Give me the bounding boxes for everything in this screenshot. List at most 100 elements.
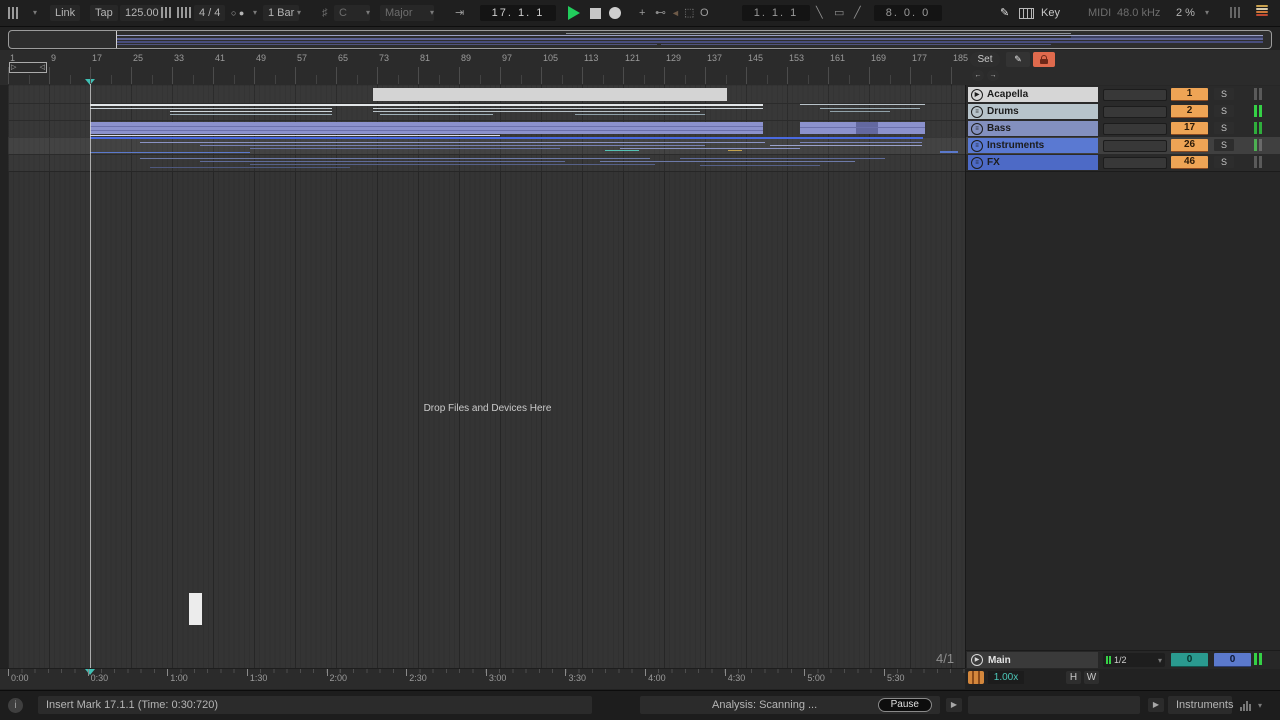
loop-length-display[interactable]: 8. 0. 0 [874,5,942,21]
tempo-field[interactable]: 125.00 [120,5,164,21]
zoom-width-button[interactable]: W [1084,671,1099,684]
track-name-cell[interactable]: ≡ FX [968,155,1098,170]
key-map-button[interactable]: Key [1041,5,1060,21]
track-fader[interactable] [1103,106,1167,118]
preview-field[interactable] [968,696,1140,714]
track-lane-instruments[interactable] [8,137,965,155]
time-signature-field[interactable]: 4 / 4 [194,5,226,21]
draw-automation-button[interactable]: ✎ [1006,52,1030,67]
track-name-cell[interactable]: ▶ Acapella [968,87,1098,102]
zoom-level-field[interactable]: 1.00x [988,671,1024,684]
time-ruler[interactable]: 0:00 0:30 1:00 1:30 2:00 2:30 3:00 3:30 4:00 4:30… [0,668,965,689]
track-unfold-icon[interactable]: ▶ [971,88,983,101]
main-unfold-icon[interactable]: ▶ [971,654,983,666]
link-button[interactable]: Link [50,5,81,21]
chevron-down-icon[interactable]: ▾ [33,5,37,21]
main-volume-field[interactable]: 0 [1214,653,1251,667]
draw-mode-pencil-icon[interactable]: ✎ [1000,5,1009,21]
loop-toggle-icon[interactable]: O [700,5,709,21]
preferences-bars-icon[interactable] [8,7,18,23]
track-name-label: Drums [987,106,1019,117]
loop-start-display[interactable]: 1. 1. 1 [742,5,810,21]
chevron-down-icon[interactable]: ▾ [1258,701,1262,710]
track-number-box[interactable]: 1 [1171,88,1208,101]
info-icon[interactable]: i [8,698,23,713]
computer-midi-keyboard-icon[interactable] [1019,8,1034,19]
groove-quantize-icon[interactable]: ○ ● [231,5,244,21]
set-locator-button[interactable]: Set [970,52,1000,67]
track-fader[interactable] [1103,157,1167,169]
chevron-down-icon[interactable]: ▾ [366,5,370,21]
main-track-row[interactable]: ▶ Main 1/2 ▾ 0 0 [966,650,1280,669]
group-fold-icon[interactable]: ≡ [971,122,983,135]
arrangement-overview[interactable] [8,30,1272,49]
nudge-down-icon[interactable] [161,7,171,23]
track-number-box[interactable]: 2 [1171,105,1208,118]
punch-out-icon[interactable]: ╱ [854,5,861,21]
scale-name-chooser[interactable]: Major [380,5,434,21]
group-fold-icon[interactable]: ≡ [971,156,983,169]
nudge-up-icon[interactable] [177,7,191,23]
main-track-header[interactable]: ▶ Main [967,652,1098,668]
group-fold-icon[interactable]: ≡ [971,139,983,152]
quantization-chooser[interactable]: 1 Bar [263,5,300,21]
solo-button[interactable]: S [1214,156,1234,168]
solo-button[interactable]: S [1214,122,1234,134]
chevron-down-icon[interactable]: ▾ [1158,656,1162,665]
track-row-acapella[interactable]: ▶ Acapella 1 S [966,86,1280,104]
arrangement-position-display[interactable]: 17. 1. 1 [480,5,556,21]
track-number-box[interactable]: 26 [1171,139,1208,152]
track-row-drums[interactable]: ≡ Drums 2 S [966,103,1280,121]
scale-root-chooser[interactable]: C [334,5,370,21]
zoom-height-button[interactable]: H [1066,671,1081,684]
automation-mode-icon[interactable]: ⊷ [655,5,666,21]
solo-button[interactable]: S [1214,105,1234,117]
track-number-box[interactable]: 46 [1171,156,1208,169]
record-button[interactable] [609,7,621,19]
track-row-fx[interactable]: ≡ FX 46 S [966,154,1280,172]
chevron-down-icon[interactable]: ▾ [1205,5,1209,21]
track-number-box[interactable]: 17 [1171,122,1208,135]
chevron-down-icon[interactable]: ▾ [297,5,301,21]
stop-button[interactable] [590,8,601,19]
next-locator-button[interactable]: → [987,70,999,81]
track-fader[interactable] [1103,140,1167,152]
monitor-play-icon[interactable]: ▶ [1148,698,1164,712]
midi-map-button[interactable]: MIDI [1088,5,1111,21]
beat-time-ruler[interactable]: ▷ ◁ Set ✎ ← → 1 9 17 25 33 41 49 57 65 73 81 89 97 10… [0,50,1280,85]
loop-switch-icon[interactable]: ▭ [834,5,844,21]
punch-in-icon[interactable]: ╲ [816,5,823,21]
solo-button[interactable]: S [1214,88,1234,100]
track-name-cell[interactable]: ≡ Instruments [968,138,1098,153]
track-name-cell[interactable]: ≡ Bass [968,121,1098,136]
track-row-instruments[interactable]: ≡ Instruments 26 S [966,137,1280,155]
loop-brace[interactable]: ▷ ◁ [9,62,47,73]
draw-region-icon[interactable]: ⬚ [684,5,694,21]
track-lane-acapella[interactable] [8,86,965,104]
track-row-bass[interactable]: ≡ Bass 17 S [966,120,1280,138]
pause-button[interactable]: Pause [877,698,932,712]
preview-play-icon[interactable]: ▶ [946,698,962,712]
track-fader[interactable] [1103,89,1167,101]
prev-locator-button[interactable]: ← [972,70,984,81]
solo-button[interactable]: S [1214,139,1234,151]
arrangement-grid[interactable] [8,85,965,668]
follow-button[interactable]: ⇥ [455,5,464,21]
audio-clip-icon[interactable] [968,671,984,684]
group-fold-icon[interactable]: ≡ [971,105,983,118]
chevron-down-icon[interactable]: ▾ [430,5,434,21]
track-lane-bass[interactable] [8,120,965,138]
loop-end-handle-icon[interactable]: ◁ [40,63,45,71]
track-lane-drums[interactable] [8,103,965,121]
add-locator-icon[interactable]: + [639,5,645,21]
track-name-cell[interactable]: ≡ Drums [968,104,1098,119]
play-button[interactable] [568,6,580,20]
arrangement-lock-button[interactable] [1033,52,1055,67]
cue-out-chooser[interactable]: 1/2 ▾ [1103,653,1165,667]
track-fader[interactable] [1103,123,1167,135]
loop-start-handle-icon[interactable]: ▷ [11,63,16,71]
track-lane-fx[interactable] [8,154,965,172]
chevron-down-icon[interactable]: ▾ [253,5,257,21]
tap-tempo-button[interactable]: Tap [90,5,118,21]
preview-volume-field[interactable]: 0 [1171,653,1208,667]
